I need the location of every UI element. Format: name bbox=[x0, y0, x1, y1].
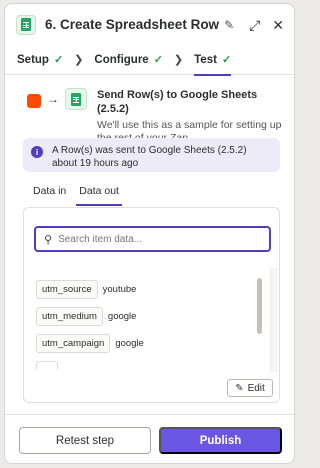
data-items-list: utm_source youtube utm_medium google utm… bbox=[36, 280, 144, 369]
item-key: utm_source bbox=[36, 280, 98, 299]
publish-button[interactable]: Publish bbox=[159, 427, 282, 454]
tab-label: Test bbox=[194, 53, 217, 66]
info-text: A Row(s) was sent to Google Sheets (2.5.… bbox=[52, 145, 247, 169]
step-tabs: Setup ✓ ❯ Configure ✓ ❯ Test ✓ bbox=[5, 45, 294, 76]
pencil-icon: ✎ bbox=[235, 382, 244, 394]
tab-data-out[interactable]: Data out bbox=[76, 185, 122, 207]
tab-test[interactable]: Test ✓ bbox=[194, 45, 232, 76]
data-out-panel: ⚲ utm_source youtube utm_medium google u… bbox=[23, 207, 280, 403]
panel-footer: Retest step Publish bbox=[5, 414, 294, 463]
tab-label: Setup bbox=[17, 53, 49, 66]
edit-label: Edit bbox=[247, 382, 265, 394]
check-icon: ✓ bbox=[53, 54, 64, 66]
item-value: youtube bbox=[102, 284, 137, 295]
google-sheets-icon bbox=[65, 88, 87, 110]
tab-data-in[interactable]: Data in bbox=[33, 185, 66, 207]
search-box[interactable]: ⚲ bbox=[34, 226, 271, 252]
chevron-right-icon: ❯ bbox=[74, 54, 84, 66]
trigger-app-icon bbox=[27, 94, 41, 108]
tab-setup[interactable]: Setup ✓ bbox=[17, 45, 63, 75]
list-item[interactable]: utm_source youtube bbox=[36, 280, 144, 299]
scroll-gutter bbox=[270, 268, 278, 372]
info-icon: i bbox=[31, 146, 43, 158]
info-banner: i A Row(s) was sent to Google Sheets (2.… bbox=[23, 138, 280, 172]
step-title[interactable]: 6. Create Spreadsheet Row bbox=[45, 17, 219, 32]
tab-label: Configure bbox=[94, 53, 149, 66]
google-sheets-icon bbox=[16, 14, 36, 35]
pencil-icon[interactable]: ✎ bbox=[224, 18, 234, 32]
check-icon: ✓ bbox=[153, 54, 163, 66]
chevron-right-icon: ❯ bbox=[173, 54, 184, 66]
list-item-partial bbox=[36, 361, 58, 369]
list-item[interactable]: utm_medium google bbox=[36, 307, 144, 326]
retest-step-button[interactable]: Retest step bbox=[19, 427, 151, 454]
search-input[interactable] bbox=[58, 233, 259, 245]
item-value: google bbox=[107, 311, 137, 322]
close-icon[interactable]: ✕ bbox=[272, 18, 284, 32]
item-key: utm_campaign bbox=[36, 334, 111, 353]
search-icon: ⚲ bbox=[44, 233, 53, 246]
panel-header: 6. Create Spreadsheet Row ✎ ⤢ ✕ bbox=[5, 4, 294, 45]
edit-button[interactable]: ✎ Edit bbox=[227, 379, 273, 397]
list-item[interactable]: utm_campaign google bbox=[36, 334, 144, 353]
check-icon: ✓ bbox=[221, 54, 232, 66]
item-key: utm_medium bbox=[36, 307, 103, 326]
tab-configure[interactable]: Configure ✓ bbox=[94, 45, 163, 75]
data-tabs: Data in Data out bbox=[33, 185, 122, 207]
step-summary: → Send Row(s) to Google Sheets (2.5.2) W… bbox=[27, 88, 287, 145]
expand-icon[interactable]: ⤢ bbox=[249, 18, 260, 32]
step-panel: 6. Create Spreadsheet Row ✎ ⤢ ✕ Setup ✓ … bbox=[4, 3, 295, 464]
step-action-title: Send Row(s) to Google Sheets (2.5.2) bbox=[97, 89, 258, 115]
scrollbar-thumb[interactable] bbox=[257, 278, 262, 334]
scrollbar[interactable] bbox=[254, 270, 266, 370]
item-value: google bbox=[115, 338, 144, 349]
